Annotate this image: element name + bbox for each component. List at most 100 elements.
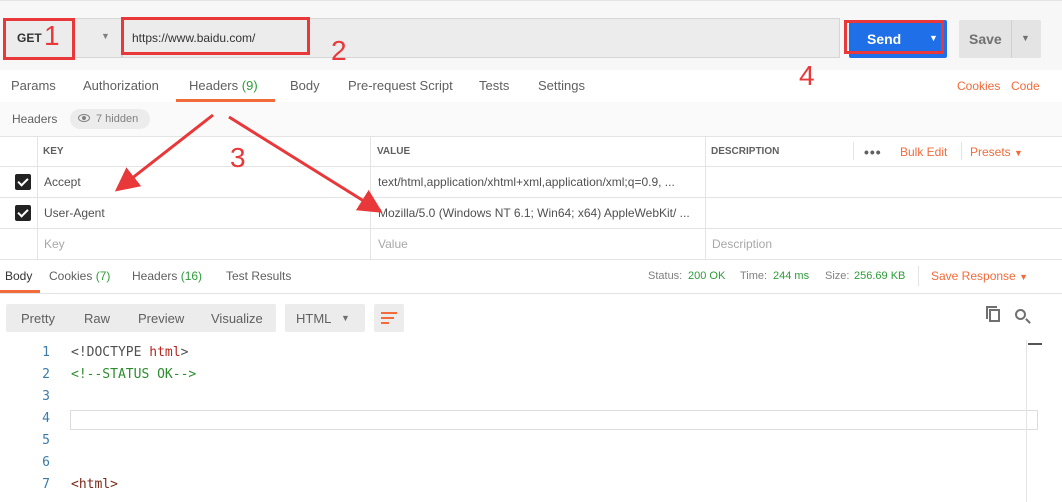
tab-body[interactable]: Body: [290, 78, 320, 93]
annotation-box: [121, 17, 310, 55]
divider: [0, 228, 1062, 229]
hidden-headers-toggle[interactable]: 7 hidden: [70, 109, 150, 129]
wrap-lines-button[interactable]: [374, 304, 404, 332]
cookies-link[interactable]: Cookies: [957, 79, 1000, 93]
response-tab-test-results[interactable]: Test Results: [226, 269, 291, 283]
tab-headers[interactable]: Headers (9): [189, 78, 258, 93]
new-description-input[interactable]: Description: [712, 237, 772, 251]
presets-dropdown[interactable]: Presets ▼: [970, 145, 1023, 159]
header-key[interactable]: User-Agent: [44, 206, 105, 220]
tab-headers-label: Headers: [189, 78, 239, 93]
new-value-input[interactable]: Value: [378, 237, 408, 251]
line-number: 5: [42, 433, 50, 448]
view-pretty-button[interactable]: Pretty: [21, 311, 55, 326]
row-checkbox[interactable]: [15, 174, 31, 190]
chevron-down-icon: ▼: [1014, 148, 1023, 158]
response-tab-body[interactable]: Body: [5, 269, 32, 283]
header-key[interactable]: Accept: [44, 175, 81, 189]
code-token: <!DOCTYPE: [71, 345, 150, 360]
column-header-key: KEY: [43, 146, 64, 157]
status-value: 200 OK: [688, 270, 726, 282]
line-number: 3: [42, 389, 50, 404]
code-link[interactable]: Code: [1011, 79, 1040, 93]
tab-authorization[interactable]: Authorization: [83, 78, 159, 93]
time-label: Time:: [740, 270, 768, 282]
headers-label: Headers: [12, 112, 58, 126]
save-response-dropdown[interactable]: Save Response ▼: [931, 269, 1028, 283]
eye-icon: [78, 114, 90, 122]
wrap-icon: [381, 322, 389, 324]
annotation-box: [3, 18, 75, 60]
more-options-icon[interactable]: •••: [864, 144, 882, 160]
bulk-edit-link[interactable]: Bulk Edit: [900, 145, 947, 159]
divider: [0, 197, 1062, 198]
save-label: Save: [969, 31, 1002, 47]
new-key-input[interactable]: Key: [44, 237, 65, 251]
status-label: Status:: [648, 270, 683, 282]
save-response-label: Save Response: [931, 269, 1016, 283]
response-tab-cookies[interactable]: Cookies (7): [49, 269, 110, 283]
chevron-down-icon: ▼: [341, 313, 350, 323]
line-number: 7: [42, 477, 50, 492]
view-preview-button[interactable]: Preview: [138, 311, 184, 326]
request-tabs: Params Authorization Headers (9) Body Pr…: [0, 70, 1062, 103]
save-button[interactable]: Save ▼: [959, 20, 1041, 58]
view-mode-group: Pretty Raw Preview Visualize: [6, 304, 276, 332]
divider: [705, 136, 706, 260]
response-bar: Body Cookies (7) Headers (16) Test Resul…: [0, 260, 1062, 294]
annotation-number: 1: [44, 20, 60, 51]
response-tab-headers-count: (16): [180, 269, 203, 283]
wrap-icon: [381, 317, 394, 319]
annotation-number: 3: [230, 142, 246, 173]
column-header-description: DESCRIPTION: [711, 146, 780, 157]
chevron-down-icon: ▼: [101, 31, 110, 41]
copy-icon[interactable]: [986, 306, 1000, 322]
code-line: <!DOCTYPE html>: [71, 345, 188, 360]
search-icon[interactable]: [1015, 309, 1026, 320]
code-line: <html>: [71, 477, 118, 492]
line-number: 4: [42, 411, 50, 426]
annotation-box: [844, 20, 944, 54]
view-visualize-button[interactable]: Visualize: [211, 311, 263, 326]
headers-table: KEY VALUE DESCRIPTION ••• Bulk Edit Pres…: [0, 136, 1062, 260]
response-tab-headers-label: Headers: [132, 269, 178, 283]
code-token: <html>: [71, 477, 118, 492]
active-response-tab-indicator: [0, 290, 40, 293]
code-token: html: [149, 345, 181, 360]
size-label: Size:: [825, 270, 850, 282]
tab-pre-request-script[interactable]: Pre-request Script: [348, 78, 453, 93]
line-number: 2: [42, 367, 50, 382]
header-value[interactable]: text/html,application/xhtml+xml,applicat…: [378, 175, 700, 189]
scrollbar-thumb[interactable]: [1028, 343, 1042, 345]
active-line-highlight: [70, 410, 1038, 430]
row-checkbox[interactable]: [15, 205, 31, 221]
line-number: 6: [42, 455, 50, 470]
header-value[interactable]: Mozilla/5.0 (Windows NT 6.1; Win64; x64)…: [378, 206, 700, 220]
code-token: >: [180, 345, 189, 360]
response-tab-cookies-label: Cookies: [49, 269, 93, 283]
line-number: 1: [42, 345, 50, 360]
time-value: 244 ms: [773, 270, 810, 282]
scrollbar[interactable]: [1026, 340, 1027, 502]
tab-tests[interactable]: Tests: [479, 78, 509, 93]
chevron-down-icon: ▼: [1019, 272, 1028, 282]
format-select[interactable]: HTML ▼: [285, 304, 365, 332]
view-raw-button[interactable]: Raw: [84, 311, 110, 326]
tab-settings[interactable]: Settings: [538, 78, 585, 93]
size-value: 256.69 KB: [854, 270, 906, 282]
wrap-icon: [381, 312, 397, 314]
hidden-count: 7 hidden: [96, 113, 139, 125]
chevron-down-icon[interactable]: ▼: [1021, 33, 1030, 43]
divider: [918, 266, 919, 286]
divider: [853, 142, 854, 160]
format-label: HTML: [296, 311, 332, 326]
divider: [370, 136, 371, 260]
code-token: <!--STATUS OK-->: [71, 367, 197, 382]
tab-headers-count: (9): [241, 78, 258, 93]
tab-params[interactable]: Params: [11, 78, 56, 93]
headers-bar: Headers 7 hidden: [0, 102, 1062, 137]
response-tab-headers[interactable]: Headers (16): [132, 269, 202, 283]
presets-label: Presets: [970, 145, 1011, 159]
code-line: <!--STATUS OK-->: [71, 367, 196, 382]
divider: [961, 142, 962, 160]
